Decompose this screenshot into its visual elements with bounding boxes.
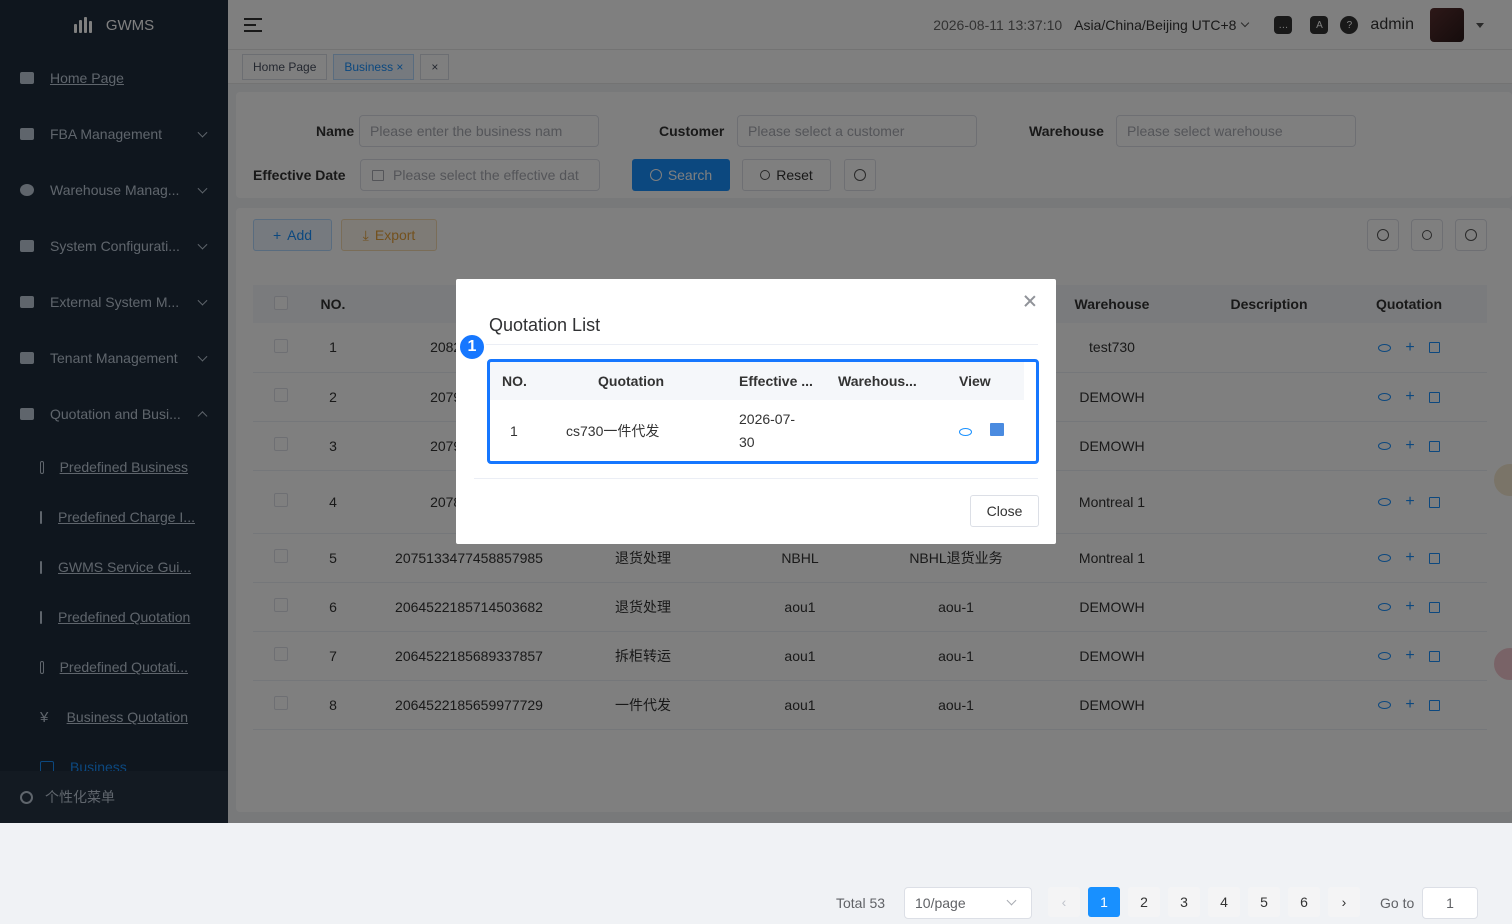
quotation-list-dialog: Quotation List NO. Quotation Effective .… [456, 279, 1056, 544]
page-6[interactable]: 6 [1288, 887, 1320, 917]
page-2[interactable]: 2 [1128, 887, 1160, 917]
page-4[interactable]: 4 [1208, 887, 1240, 917]
footer-divider [474, 478, 1038, 479]
prev-page-button[interactable]: ‹ [1048, 887, 1080, 917]
goto-input[interactable]: 1 [1422, 887, 1478, 919]
dialog-title: Quotation List [489, 315, 600, 336]
close-button[interactable]: Close [970, 495, 1039, 527]
pagination: Total 53 10/page ‹ 1 2 3 4 5 6 › Go to 1 [236, 884, 1512, 924]
highlight-box [487, 359, 1039, 464]
page-3[interactable]: 3 [1168, 887, 1200, 917]
close-icon[interactable] [1024, 295, 1036, 307]
total-count: Total 53 [836, 895, 885, 911]
title-divider [474, 344, 1038, 345]
step-badge: 1 [458, 333, 486, 361]
page-5[interactable]: 5 [1248, 887, 1280, 917]
next-page-button[interactable]: › [1328, 887, 1360, 917]
goto-label: Go to [1380, 895, 1414, 911]
page-1[interactable]: 1 [1088, 887, 1120, 917]
